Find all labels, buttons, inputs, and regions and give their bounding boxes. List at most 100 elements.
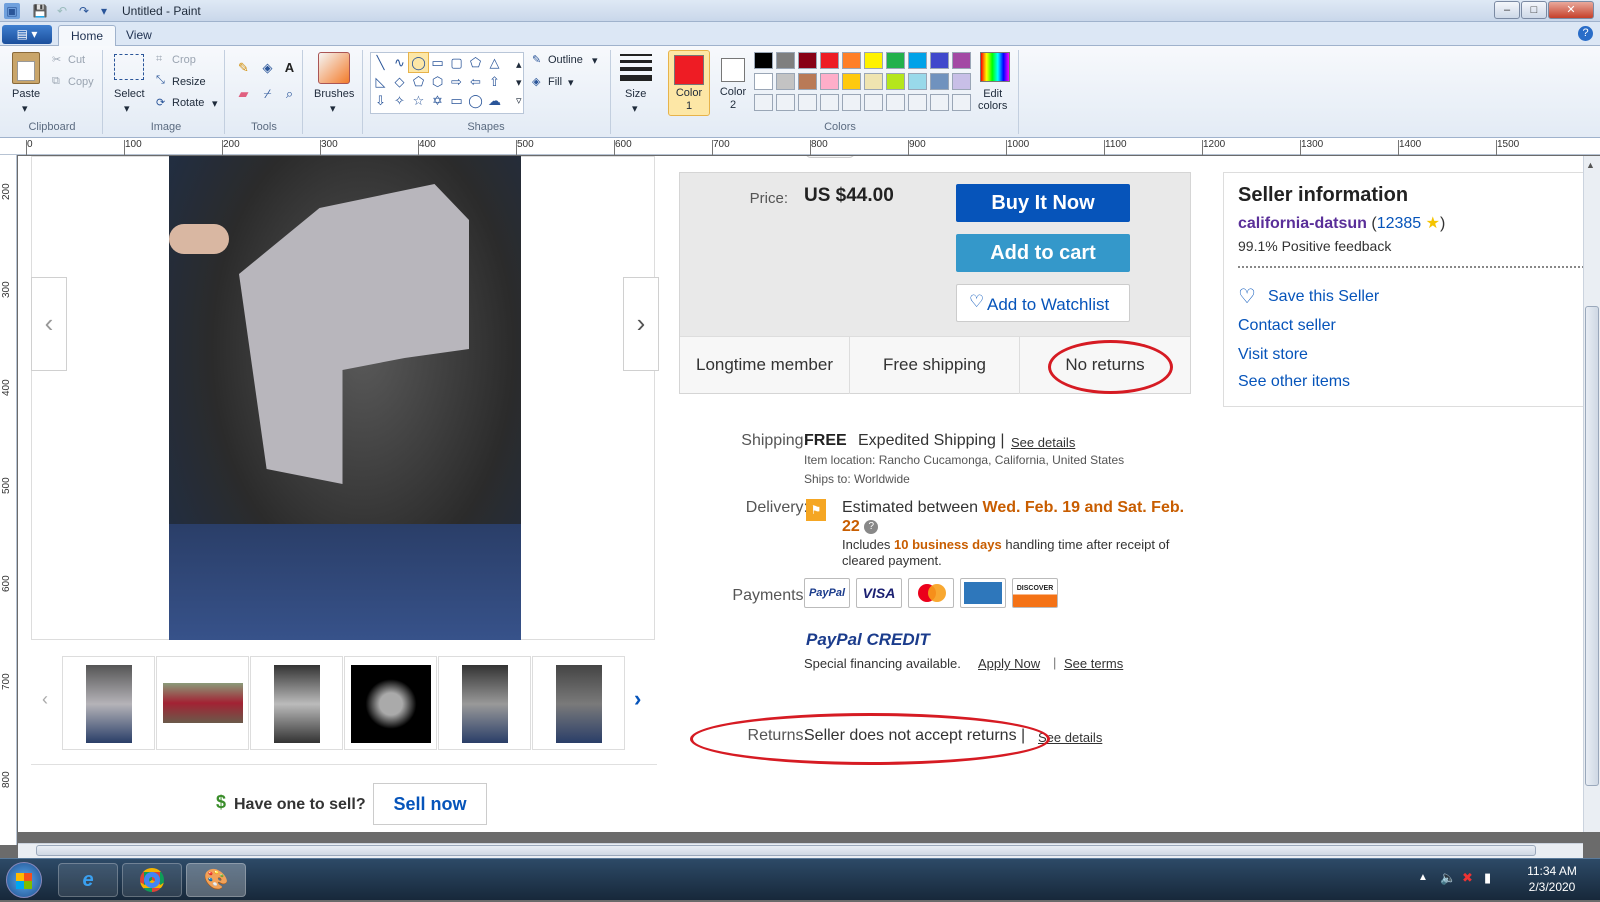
custom-color-slot[interactable] [754, 94, 773, 111]
clock-time[interactable]: 11:34 AM [1522, 864, 1582, 878]
palette-color-swatch[interactable] [820, 73, 839, 90]
custom-color-slot[interactable] [842, 94, 861, 111]
star-six-shape-icon[interactable]: ✡ [428, 91, 447, 110]
custom-color-slot[interactable] [798, 94, 817, 111]
palette-color-swatch[interactable] [952, 52, 971, 69]
horizontal-scrollbar[interactable] [18, 843, 1583, 858]
brushes-button[interactable]: Brushes [314, 88, 354, 100]
shapes-more-icon[interactable]: ▿ [516, 94, 522, 107]
size-icon[interactable] [620, 54, 652, 81]
thumbs-next-icon[interactable]: › [634, 686, 641, 712]
tab-view[interactable]: View [114, 25, 164, 46]
pencil-icon[interactable]: ✎ [234, 58, 253, 77]
palette-color-swatch[interactable] [864, 73, 883, 90]
palette-color-swatch[interactable] [864, 52, 883, 69]
chrome-icon[interactable] [122, 863, 182, 897]
line-shape-icon[interactable]: ╲ [371, 53, 390, 72]
clock-date[interactable]: 2/3/2020 [1522, 880, 1582, 894]
callout-cloud-shape-icon[interactable]: ☁ [485, 91, 504, 110]
visit-store-link[interactable]: Visit store [1238, 346, 1308, 364]
outline-dropdown-icon[interactable]: ▾ [592, 54, 598, 67]
sell-now-button[interactable]: Sell now [373, 783, 487, 825]
buy-it-now-button[interactable]: Buy It Now [956, 184, 1130, 222]
thumbnail-6[interactable] [532, 656, 625, 750]
see-terms-link[interactable]: See terms [1064, 656, 1123, 671]
rounded-rectangle-shape-icon[interactable]: ▢ [447, 53, 466, 72]
thumbnail-1[interactable] [62, 656, 155, 750]
palette-color-swatch[interactable] [908, 73, 927, 90]
palette-color-swatch[interactable] [754, 52, 773, 69]
paste-dropdown-icon[interactable]: ▾ [22, 102, 28, 115]
file-menu-button[interactable]: ▤ ▾ [2, 25, 52, 44]
arrow-down-shape-icon[interactable]: ⇩ [371, 91, 390, 110]
vertical-scrollbar[interactable]: ▲ [1583, 156, 1600, 832]
seller-name-link[interactable]: california-datsun [1238, 215, 1367, 232]
arrow-up-shape-icon[interactable]: ⇧ [485, 72, 504, 91]
image-prev-arrow-icon[interactable]: ‹ [31, 277, 67, 371]
arrow-left-shape-icon[interactable]: ⇦ [466, 72, 485, 91]
palette-color-swatch[interactable] [842, 52, 861, 69]
add-to-watchlist-button[interactable]: ♡ Add to Watchlist [956, 284, 1130, 322]
color-picker-icon[interactable]: ⌿ [258, 84, 277, 103]
outline-button[interactable]: Outline [548, 54, 583, 66]
outline-icon[interactable]: ✎ [532, 53, 541, 66]
contact-seller-link[interactable]: Contact seller [1238, 317, 1336, 335]
paint-canvas[interactable]: ‹ › ‹ › $ Have one to sell? Sell now Pri… [18, 156, 1583, 832]
select-dropdown-icon[interactable]: ▾ [124, 102, 130, 115]
palette-color-swatch[interactable] [930, 52, 949, 69]
seller-score-link[interactable]: 12385 [1377, 215, 1422, 232]
rotate-dropdown-icon[interactable]: ▾ [212, 97, 218, 110]
fill-dropdown-icon[interactable]: ▾ [568, 76, 574, 89]
show-hidden-icons[interactable]: ▲ [1418, 872, 1428, 883]
rotate-button[interactable]: Rotate [172, 97, 204, 109]
tab-home[interactable]: Home [58, 25, 117, 46]
copy-button[interactable]: Copy [68, 76, 94, 88]
palette-color-swatch[interactable] [798, 52, 817, 69]
cut-icon[interactable]: ✂ [52, 53, 61, 66]
redo-icon[interactable]: ↷ [76, 3, 92, 19]
select-icon[interactable] [114, 54, 144, 80]
help-icon[interactable]: ? [1578, 26, 1593, 41]
paste-icon[interactable] [12, 52, 40, 84]
customize-toolbar-icon[interactable]: ▾ [96, 3, 112, 19]
color1-button[interactable]: Color 1 [668, 50, 710, 116]
thumbs-prev-icon[interactable]: ‹ [42, 689, 48, 710]
custom-color-slot[interactable] [886, 94, 905, 111]
text-tool-icon[interactable]: A [280, 58, 299, 77]
custom-color-slot[interactable] [864, 94, 883, 111]
curve-shape-icon[interactable]: ∿ [390, 53, 409, 72]
rectangle-shape-icon[interactable]: ▭ [428, 53, 447, 72]
internet-explorer-icon[interactable]: e [58, 863, 118, 897]
triangle-shape-icon[interactable]: △ [485, 53, 504, 72]
pentagon-shape-icon[interactable]: ⬠ [409, 72, 428, 91]
brushes-dropdown-icon[interactable]: ▾ [330, 102, 336, 115]
resize-button[interactable]: Resize [172, 76, 206, 88]
palette-color-swatch[interactable] [886, 73, 905, 90]
speaker-muted-icon[interactable]: 🔈 [1440, 870, 1456, 886]
custom-color-slot[interactable] [952, 94, 971, 111]
signal-icon[interactable]: ▮ [1484, 870, 1491, 886]
thumbnail-5[interactable] [438, 656, 531, 750]
thumbnail-3[interactable] [250, 656, 343, 750]
custom-color-slot[interactable] [776, 94, 795, 111]
shapes-gallery[interactable]: ╲ ∿ ◯ ▭ ▢ ⬠ △ ◺ ◇ ⬠ ⬡ ⇨ ⇦ ⇧ ⇩ ✧ ☆ ✡ ▭ ◯ … [370, 52, 524, 114]
palette-color-swatch[interactable] [842, 73, 861, 90]
shapes-scroll-up-icon[interactable]: ▴ [516, 58, 522, 71]
network-warning-icon[interactable]: ✖ [1462, 870, 1473, 886]
callout-rect-shape-icon[interactable]: ▭ [447, 91, 466, 110]
undo-icon[interactable]: ↶ [54, 3, 70, 19]
add-to-cart-button[interactable]: Add to cart [956, 234, 1130, 272]
brushes-icon[interactable] [318, 52, 350, 84]
close-button[interactable]: ✕ [1548, 1, 1594, 19]
arrow-right-shape-icon[interactable]: ⇨ [447, 72, 466, 91]
save-icon[interactable]: 💾 [32, 3, 48, 19]
paint-taskbar-icon[interactable]: 🎨 [186, 863, 246, 897]
fill-button[interactable]: Fill [548, 76, 562, 88]
apply-now-link[interactable]: Apply Now [978, 656, 1040, 671]
cut-button[interactable]: Cut [68, 54, 85, 66]
rotate-icon[interactable]: ⟳ [156, 96, 165, 109]
shipping-see-details-link[interactable]: See details [1011, 435, 1075, 450]
save-seller-link[interactable]: Save this Seller [1268, 288, 1379, 306]
minimize-button[interactable]: – [1494, 1, 1520, 19]
thumbnail-2[interactable] [156, 656, 249, 750]
